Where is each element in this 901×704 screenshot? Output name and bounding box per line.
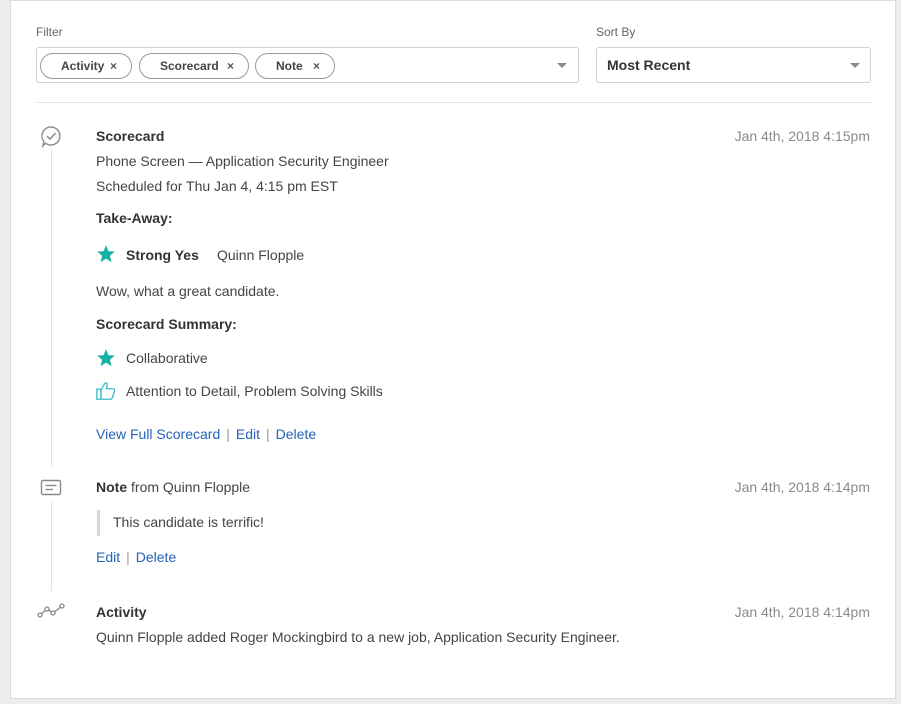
separator: | [126, 549, 130, 565]
divider [36, 102, 872, 103]
note-body: This candidate is terrific! [113, 514, 264, 530]
takeaway-interviewer: Quinn Flopple [217, 247, 305, 263]
scorecard-title: Scorecard [96, 128, 165, 144]
summary-strong-attributes: Collaborative [126, 350, 208, 366]
scorecard-date: Jan 4th, 2018 4:15pm [734, 128, 870, 144]
note-heading: Note from Quinn Flopple [96, 479, 250, 495]
scorecard-actions: View Full Scorecard | Edit | Delete [96, 426, 316, 442]
filter-chip-note[interactable]: Note × [255, 53, 335, 79]
filter-select[interactable]: Activity × Scorecard × Note × [36, 47, 579, 83]
filter-chip-label: Note [276, 59, 303, 73]
note-icon [40, 479, 62, 496]
scorecard-subtitle: Phone Screen — Application Security Engi… [96, 153, 389, 169]
separator: | [266, 426, 270, 442]
sort-label: Sort By [596, 25, 636, 39]
remove-chip-icon[interactable]: × [110, 59, 117, 73]
note-author: from Quinn Flopple [131, 479, 251, 495]
delete-note-link[interactable]: Delete [136, 549, 176, 565]
timeline-line [51, 149, 52, 467]
thumbs-up-icon [96, 382, 116, 400]
note-actions: Edit | Delete [96, 549, 176, 565]
filter-chip-label: Scorecard [160, 59, 219, 73]
filter-label: Filter [36, 25, 63, 39]
scorecard-check-icon [41, 126, 61, 149]
edit-scorecard-link[interactable]: Edit [236, 426, 260, 442]
summary-heading: Scorecard Summary: [96, 316, 237, 332]
chevron-down-icon[interactable] [850, 63, 860, 68]
filter-chip-activity[interactable]: Activity × [40, 53, 132, 79]
activity-feed-panel: Filter Activity × Scorecard × Note × Sor… [10, 0, 896, 699]
scorecard-comment: Wow, what a great candidate. [96, 283, 280, 299]
summary-good-attributes: Attention to Detail, Problem Solving Ski… [126, 383, 383, 399]
view-full-scorecard-link[interactable]: View Full Scorecard [96, 426, 220, 442]
star-icon [97, 245, 115, 263]
note-quote-bar [97, 510, 100, 536]
delete-scorecard-link[interactable]: Delete [276, 426, 316, 442]
edit-note-link[interactable]: Edit [96, 549, 120, 565]
scorecard-scheduled: Scheduled for Thu Jan 4, 4:15 pm EST [96, 178, 338, 194]
star-icon [97, 349, 115, 367]
sort-select[interactable]: Most Recent [596, 47, 871, 83]
activity-date: Jan 4th, 2018 4:14pm [734, 604, 870, 620]
activity-trend-icon [37, 603, 65, 618]
takeaway-rating: Strong Yes [126, 247, 199, 263]
note-date: Jan 4th, 2018 4:14pm [734, 479, 870, 495]
chevron-down-icon[interactable] [557, 63, 567, 68]
activity-body: Quinn Flopple added Roger Mockingbird to… [96, 629, 620, 645]
timeline-line [51, 501, 52, 591]
remove-chip-icon[interactable]: × [227, 59, 234, 73]
remove-chip-icon[interactable]: × [313, 59, 320, 73]
note-title: Note [96, 479, 128, 495]
sort-value: Most Recent [607, 57, 691, 73]
separator: | [226, 426, 230, 442]
takeaway-heading: Take-Away: [96, 210, 173, 226]
filter-chip-scorecard[interactable]: Scorecard × [139, 53, 249, 79]
filter-chip-label: Activity [61, 59, 105, 73]
activity-title: Activity [96, 604, 147, 620]
